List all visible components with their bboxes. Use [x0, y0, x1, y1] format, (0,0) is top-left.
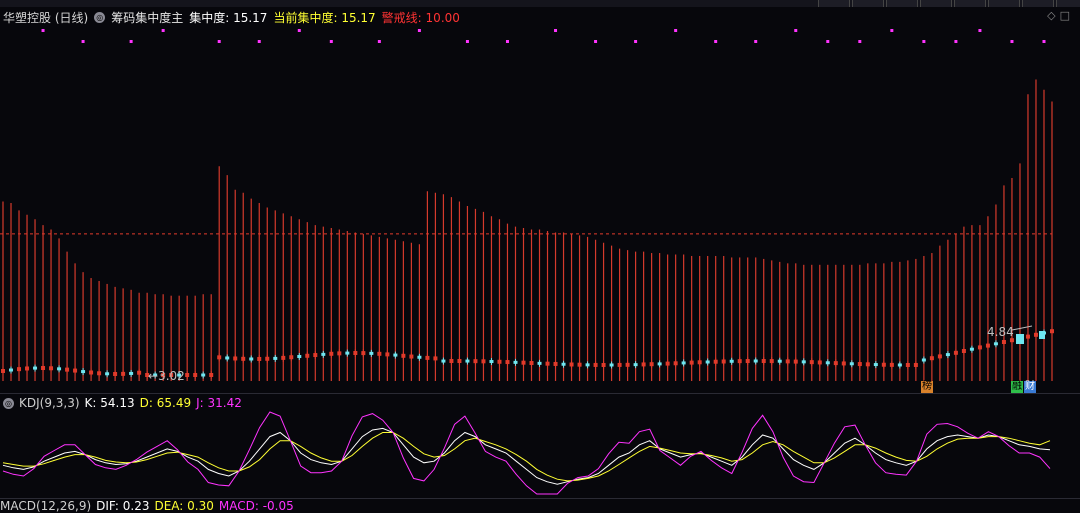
signal-dot [329, 40, 333, 43]
low-price-label: ←3.02 [148, 369, 185, 383]
high-price-label: 4.84 [987, 325, 1014, 339]
signal-dot [129, 40, 133, 43]
settings-chip-icon[interactable]: ◎ [3, 397, 14, 409]
kdj-j-value: J: 31.42 [196, 396, 242, 410]
signal-dot [890, 29, 894, 32]
macd-legend: MACD(12,26,9) DIF: 0.23 DEA: 0.30 MACD: … [0, 499, 294, 513]
signal-dot [858, 40, 862, 43]
signal-dot [161, 29, 165, 32]
signal-dot [674, 29, 678, 32]
signal-dot [257, 40, 261, 43]
kdj-title[interactable]: KDJ(9,3,3) [19, 396, 80, 410]
signal-dot [978, 29, 982, 32]
macd-macd-value: MACD: -0.05 [218, 499, 294, 513]
tag-bang[interactable]: 榜 [921, 381, 933, 393]
signal-dot [505, 40, 509, 43]
signal-dot [954, 40, 958, 43]
signal-dot [297, 29, 301, 32]
price-candle-highlight [1016, 334, 1024, 344]
signal-dot [417, 29, 421, 32]
concentration-chart: ←3.02 4.84 [0, 29, 1054, 495]
high-price-pointer [1011, 325, 1033, 331]
kdj-line-j [2, 411, 1051, 495]
signal-dot [377, 40, 381, 43]
price-candle-highlight [1039, 331, 1045, 339]
pane-divider [0, 393, 1080, 394]
signal-dot [754, 40, 758, 43]
macd-title[interactable]: MACD(12,26,9) [0, 499, 91, 513]
signal-dot [826, 40, 830, 43]
kdj-legend: ◎ KDJ(9,3,3) K: 54.13 D: 65.49 J: 31.42 [0, 395, 242, 411]
signal-dot [634, 40, 638, 43]
tag-cai[interactable]: 财 [1024, 381, 1036, 393]
signal-dot [594, 40, 598, 43]
signal-dot [81, 40, 85, 43]
tag-rong[interactable]: 融 [1011, 381, 1023, 393]
signal-dot [217, 40, 221, 43]
signal-dot [794, 29, 798, 32]
macd-dea-value: DEA: 0.30 [154, 499, 214, 513]
signal-dot [554, 29, 558, 32]
signal-dot [1042, 40, 1046, 43]
signal-dot [465, 40, 469, 43]
kdj-d-value: D: 65.49 [139, 396, 192, 410]
kdj-k-value: K: 54.13 [84, 396, 135, 410]
signal-dot [1010, 40, 1014, 43]
signal-dot [41, 29, 45, 32]
signal-dot [922, 40, 926, 43]
signal-dot [714, 40, 718, 43]
macd-dif-value: DIF: 0.23 [96, 499, 150, 513]
